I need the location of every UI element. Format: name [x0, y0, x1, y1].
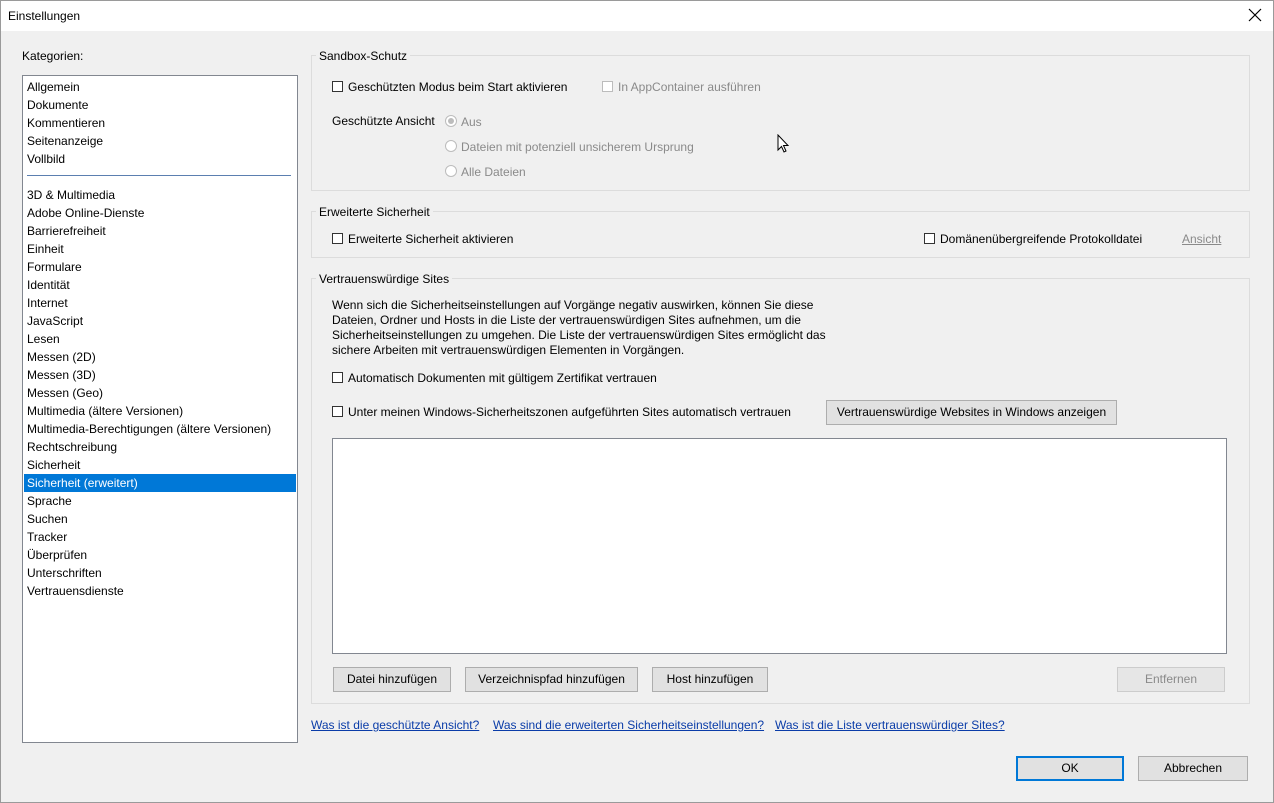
ok-button[interactable]: OK	[1016, 756, 1124, 781]
category-item[interactable]: Seitenanzeige	[24, 132, 296, 150]
category-item[interactable]: Multimedia (ältere Versionen)	[24, 402, 296, 420]
mouse-cursor-icon	[777, 133, 790, 157]
category-item[interactable]: Überprüfen	[24, 546, 296, 564]
close-icon[interactable]	[1248, 5, 1262, 25]
category-item[interactable]: Adobe Online-Dienste	[24, 204, 296, 222]
category-item[interactable]: Sprache	[24, 492, 296, 510]
radio-all-files[interactable]	[445, 165, 457, 177]
description-line: Dateien, Ordner und Hosts in die Liste d…	[332, 313, 801, 327]
category-item[interactable]: Sicherheit (erweitert)	[24, 474, 296, 492]
category-item[interactable]: Messen (Geo)	[24, 384, 296, 402]
description-line: sichere Arbeiten mit vertrauenswürdigen …	[332, 343, 685, 357]
category-item[interactable]: Einheit	[24, 240, 296, 258]
description-line: Wenn sich die Sicherheitseinstellungen a…	[332, 298, 814, 312]
category-item[interactable]: Rechtschreibung	[24, 438, 296, 456]
category-item[interactable]: JavaScript	[24, 312, 296, 330]
crossdomain-log-label: Domänenübergreifende Protokolldatei	[940, 232, 1143, 246]
add-host-button[interactable]: Host hinzufügen	[652, 667, 768, 692]
category-item[interactable]: Unterschriften	[24, 564, 296, 582]
radio-all-files-label: Alle Dateien	[461, 165, 526, 179]
category-item[interactable]: Internet	[24, 294, 296, 312]
radio-off[interactable]	[445, 115, 457, 127]
category-separator	[27, 175, 291, 176]
radio-unsafe-origin-label: Dateien mit potenziell unsicherem Urspru…	[461, 140, 694, 154]
category-item[interactable]: Vollbild	[24, 150, 296, 168]
protected-mode-checkbox[interactable]	[332, 81, 343, 92]
remove-button[interactable]: Entfernen	[1117, 667, 1225, 692]
trusted-sites-description: Wenn sich die Sicherheitseinstellungen a…	[332, 298, 826, 358]
trust-certified-label: Automatisch Dokumenten mit gültigem Zert…	[348, 371, 657, 385]
radio-off-label: Aus	[461, 115, 482, 129]
category-item[interactable]: 3D & Multimedia	[24, 186, 296, 204]
protected-view-label: Geschützte Ansicht	[332, 114, 435, 128]
description-line: Sicherheitseinstellungen zu umgehen. Die…	[332, 328, 826, 342]
category-item[interactable]: Identität	[24, 276, 296, 294]
trust-certified-checkbox[interactable]	[332, 372, 343, 383]
category-item[interactable]: Messen (2D)	[24, 348, 296, 366]
category-item[interactable]: Vertrauensdienste	[24, 582, 296, 600]
cancel-button[interactable]: Abbrechen	[1138, 756, 1248, 781]
category-item[interactable]: Tracker	[24, 528, 296, 546]
radio-unsafe-origin[interactable]	[445, 140, 457, 152]
category-item[interactable]: Messen (3D)	[24, 366, 296, 384]
category-item[interactable]: Lesen	[24, 330, 296, 348]
view-log-link[interactable]: Ansicht	[1182, 232, 1221, 246]
trusted-sites-list[interactable]	[332, 438, 1227, 654]
link-protected-view[interactable]: Was ist die geschützte Ansicht?	[311, 718, 479, 732]
enhanced-security-label: Erweiterte Sicherheit aktivieren	[348, 232, 514, 246]
windows-zones-label: Unter meinen Windows-Sicherheitszonen au…	[348, 405, 791, 419]
protected-mode-label: Geschützten Modus beim Start aktivieren	[348, 80, 568, 94]
enhanced-security-group-title: Erweiterte Sicherheit	[316, 205, 433, 219]
appcontainer-label: In AppContainer ausführen	[618, 80, 761, 94]
category-item[interactable]: Kommentieren	[24, 114, 296, 132]
add-directory-button[interactable]: Verzeichnispfad hinzufügen	[465, 667, 638, 692]
category-item[interactable]: Barrierefreiheit	[24, 222, 296, 240]
category-item[interactable]: Formulare	[24, 258, 296, 276]
title-bar	[0, 0, 1274, 31]
trusted-sites-group-title: Vertrauenswürdige Sites	[316, 272, 453, 286]
link-enhanced-security[interactable]: Was sind die erweiterten Sicherheitseins…	[493, 718, 764, 732]
sandbox-group-title: Sandbox-Schutz	[316, 49, 411, 63]
category-list[interactable]: Allgemein Dokumente Kommentieren Seitenanze…	[22, 75, 298, 743]
windows-zones-checkbox[interactable]	[332, 406, 343, 417]
category-item[interactable]: Allgemein	[24, 78, 296, 96]
category-item[interactable]: Suchen	[24, 510, 296, 528]
window-title: Einstellungen	[8, 9, 81, 23]
add-file-button[interactable]: Datei hinzufügen	[333, 667, 451, 692]
enhanced-security-checkbox[interactable]	[332, 233, 343, 244]
category-item[interactable]: Multimedia-Berechtigungen (ältere Versio…	[24, 420, 296, 438]
categories-label: Kategorien:	[22, 49, 84, 63]
show-windows-trusted-sites-button[interactable]: Vertrauenswürdige Websites in Windows an…	[826, 400, 1117, 425]
category-item[interactable]: Sicherheit	[24, 456, 296, 474]
link-trusted-sites[interactable]: Was ist die Liste vertrauenswürdiger Sit…	[775, 718, 1005, 732]
crossdomain-log-checkbox[interactable]	[924, 233, 935, 244]
category-item[interactable]: Dokumente	[24, 96, 296, 114]
appcontainer-checkbox[interactable]	[602, 81, 613, 92]
